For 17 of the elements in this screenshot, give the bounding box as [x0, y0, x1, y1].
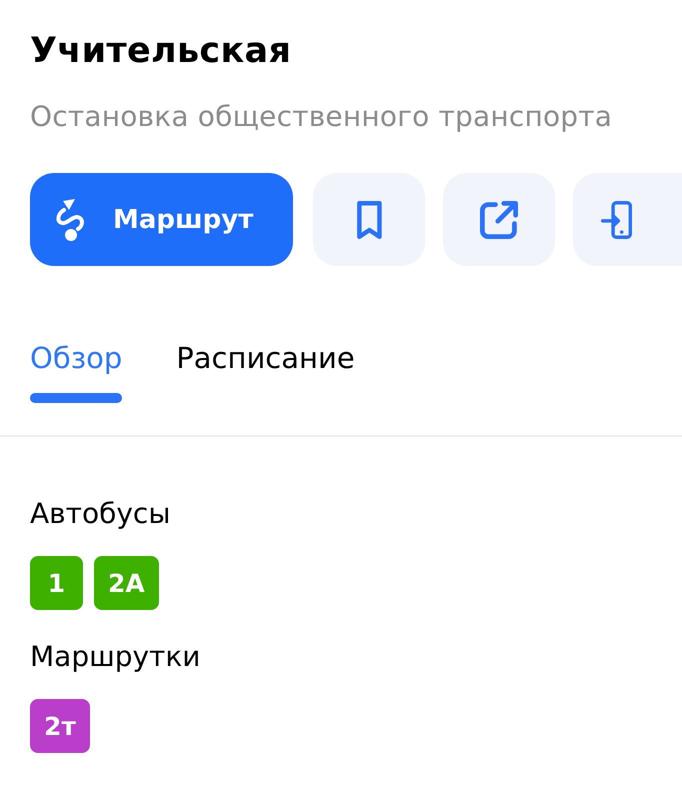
phone-with-arrow-icon	[601, 200, 632, 238]
route-number-badge[interactable]: 2А	[94, 556, 159, 610]
share-icon	[480, 200, 518, 238]
stop-title: Учительская	[30, 30, 292, 73]
bookmark-button[interactable]	[313, 173, 425, 266]
route-number-badge[interactable]: 1	[30, 556, 83, 610]
bookmark-icon	[356, 200, 382, 238]
section-heading: Маршрутки	[30, 640, 202, 674]
route-number-badge[interactable]: 2т	[30, 699, 90, 753]
tab[interactable]: Обзор	[30, 340, 122, 403]
send-to-phone-button[interactable]	[573, 173, 682, 266]
section-heading: Автобусы	[30, 497, 172, 531]
stop-type-text: Остановка общественного транспорта	[30, 99, 614, 135]
share-button[interactable]	[443, 173, 555, 266]
tab[interactable]: Расписание	[176, 340, 355, 403]
route-icon	[54, 198, 86, 242]
route-button[interactable]: Маршрут	[30, 173, 293, 266]
